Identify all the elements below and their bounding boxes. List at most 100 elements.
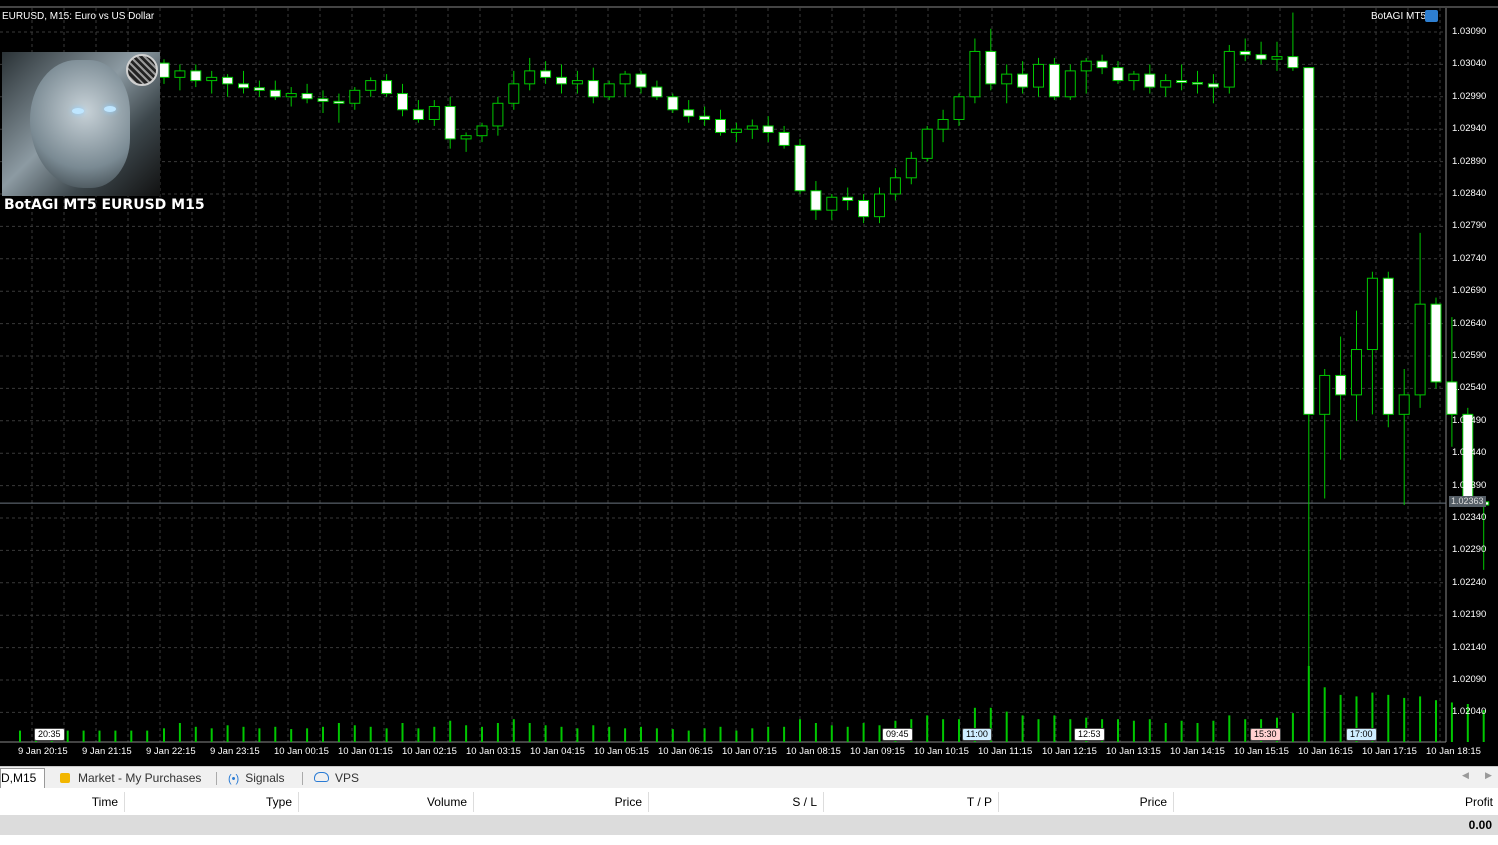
cloud-icon — [314, 772, 329, 782]
column-separator[interactable] — [473, 792, 474, 812]
candle-bear — [317, 98, 329, 102]
candle-bull — [746, 125, 758, 130]
candle-bull — [969, 50, 981, 98]
time-tick-label: 10 Jan 15:15 — [1234, 746, 1289, 757]
price-tick-label: 1.02440 — [1452, 447, 1487, 459]
botagi-logo-image — [2, 52, 160, 196]
column-separator[interactable] — [648, 792, 649, 812]
candle-bull — [1128, 73, 1140, 82]
candle-bear — [1192, 82, 1203, 85]
candlestick-chart — [0, 6, 1498, 743]
candle-bull — [349, 89, 361, 104]
column-header[interactable]: Price — [615, 795, 642, 809]
candle-bear — [715, 118, 726, 133]
expert-advisor-hat-icon[interactable] — [1425, 10, 1438, 22]
column-header[interactable]: Volume — [427, 795, 467, 809]
candle-bear — [778, 131, 790, 146]
candle-bear — [444, 106, 456, 140]
tab-trade[interactable]: D,M15 — [0, 768, 46, 788]
time-marker-label: 20:35 — [34, 728, 65, 741]
chart-symbol-title: EURUSD, M15: Euro vs US Dollar — [2, 11, 155, 22]
candle-bear — [1287, 56, 1299, 69]
column-header[interactable]: Time — [92, 795, 118, 809]
candle-bear — [651, 86, 663, 98]
candle-bull — [460, 135, 472, 140]
column-header[interactable]: Profit — [1465, 795, 1493, 809]
price-chart[interactable]: EURUSD, M15: Euro vs US Dollar BotAGI MT… — [0, 0, 1498, 766]
time-tick-label: 9 Jan 21:15 — [82, 746, 132, 757]
candle-bull — [1414, 303, 1426, 396]
candle-bull — [1398, 394, 1410, 415]
price-tick-label: 1.02190 — [1452, 609, 1487, 621]
column-separator[interactable] — [298, 792, 299, 812]
column-separator[interactable] — [998, 792, 999, 812]
candle-bear — [1096, 60, 1108, 69]
candle-bull — [428, 106, 440, 120]
column-header[interactable]: T / P — [967, 795, 992, 809]
tab-separator — [302, 772, 303, 785]
candle-bear — [397, 93, 408, 111]
candle-bear — [842, 196, 854, 201]
price-tick-label: 1.02640 — [1452, 317, 1487, 329]
tab-market-purchases[interactable]: Market - My Purchases — [60, 770, 201, 787]
price-tick-label: 1.02740 — [1452, 252, 1487, 264]
time-tick-label: 9 Jan 22:15 — [146, 746, 196, 757]
candle-bear — [762, 125, 774, 133]
candle-bull — [603, 83, 615, 98]
candle-bear — [699, 115, 711, 120]
column-separator[interactable] — [1173, 792, 1174, 812]
time-marker-label: 15:30 — [1250, 728, 1281, 741]
candle-bull — [1001, 73, 1013, 85]
time-tick-label: 10 Jan 18:15 — [1426, 746, 1481, 757]
trade-table-header: Time Type Volume Price S / L T / P Price Profit — [0, 788, 1498, 816]
tab-separator — [216, 772, 217, 785]
price-tick-label: 1.02690 — [1452, 285, 1487, 297]
price-tick-label: 1.02940 — [1452, 123, 1487, 135]
candle-bull — [874, 193, 885, 218]
candle-bull — [619, 73, 631, 85]
candle-bear — [301, 93, 313, 100]
candle-bull — [476, 125, 488, 137]
candle-bear — [1255, 54, 1267, 60]
logo-caption: BotAGI MT5 EURUSD M15 — [4, 197, 205, 213]
total-profit: 0.00 — [1468, 818, 1492, 832]
price-tick-label: 1.02840 — [1452, 188, 1487, 199]
price-tick-label: 1.02790 — [1452, 220, 1487, 232]
column-separator[interactable] — [124, 792, 125, 812]
time-tick-label: 10 Jan 04:15 — [530, 746, 585, 757]
tab-vps[interactable]: VPS — [314, 770, 359, 787]
candle-bull — [285, 93, 297, 98]
candle-bear — [667, 96, 679, 111]
candle-bull — [730, 128, 742, 133]
scroll-left-arrow-icon[interactable]: ◀ — [1462, 771, 1469, 781]
price-tick-label: 1.02040 — [1452, 706, 1487, 718]
column-header[interactable]: Type — [266, 795, 292, 809]
candle-bear — [587, 80, 599, 98]
price-tick-label: 1.02390 — [1452, 479, 1487, 491]
column-header[interactable]: S / L — [792, 795, 817, 809]
time-tick-label: 10 Jan 16:15 — [1298, 746, 1353, 757]
candle-bear — [1017, 73, 1029, 88]
column-header[interactable]: Price — [1140, 795, 1167, 809]
time-tick-label: 10 Jan 02:15 — [402, 746, 457, 757]
time-marker-label: 11:00 — [962, 728, 992, 741]
time-tick-label: 9 Jan 23:15 — [210, 746, 260, 757]
candle-bear — [381, 80, 393, 95]
time-tick-label: 10 Jan 12:15 — [1042, 746, 1097, 757]
scroll-right-arrow-icon[interactable]: ▶ — [1485, 771, 1492, 781]
time-tick-label: 10 Jan 11:15 — [978, 746, 1033, 757]
candle-bear — [253, 87, 265, 91]
price-tick-label: 1.03040 — [1452, 58, 1487, 70]
price-tick-label: 1.03090 — [1452, 26, 1487, 37]
column-separator[interactable] — [823, 792, 824, 812]
price-tick-label: 1.02240 — [1452, 576, 1487, 588]
price-tick-label: 1.02090 — [1452, 674, 1487, 685]
candle-bull — [921, 128, 933, 159]
candle-bear — [222, 76, 234, 85]
candle-bull — [826, 196, 838, 211]
tab-signals[interactable]: (•) Signals — [228, 770, 285, 787]
candle-bull — [1271, 56, 1283, 60]
robot-face — [30, 60, 130, 188]
lock-icon — [60, 773, 70, 783]
time-tick-label: 10 Jan 05:15 — [594, 746, 649, 757]
